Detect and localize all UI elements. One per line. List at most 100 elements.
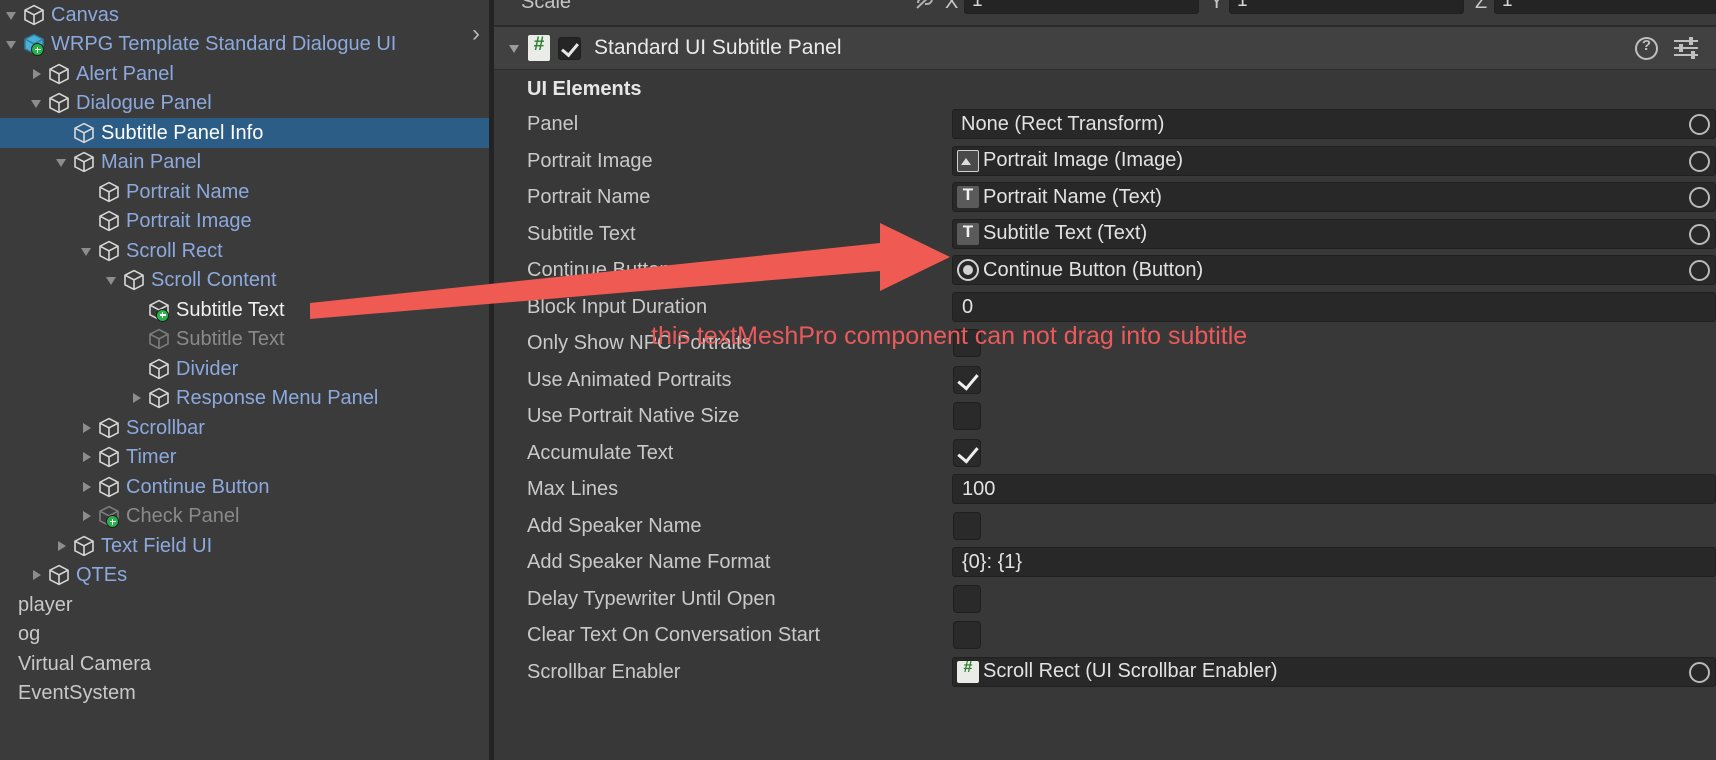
- property-row: Panel None (Rect Transform): [494, 106, 1716, 143]
- hierarchy-item[interactable]: Text Field UI: [0, 531, 489, 561]
- hierarchy-item-label: og: [18, 623, 41, 646]
- object-field[interactable]: None (Rect Transform): [952, 109, 1716, 139]
- chevron-right-icon[interactable]: [79, 448, 97, 466]
- object-field[interactable]: Subtitle Text (Text): [952, 218, 1716, 249]
- property-row: Clear Text On Conversation Start: [494, 617, 1716, 654]
- prefab-variant-icon: [22, 32, 46, 57]
- chevron-right-icon[interactable]: [54, 537, 72, 555]
- property-row: Continue Button Continue Button (Button): [494, 252, 1716, 289]
- transform-scale-row[interactable]: Scale X 1 Y 1 Z 1: [494, 0, 1716, 26]
- hierarchy-item[interactable]: Canvas: [0, 0, 489, 30]
- hierarchy-item[interactable]: Virtual Camera: [0, 649, 489, 679]
- object-field-value: Continue Button (Button): [983, 258, 1204, 281]
- property-checkbox[interactable]: [953, 511, 981, 540]
- gameobject-cube-icon: [122, 268, 146, 292]
- hierarchy-item[interactable]: Alert Panel: [0, 59, 489, 89]
- chevron-down-icon[interactable]: [4, 6, 22, 24]
- object-field[interactable]: Scroll Rect (UI Scrollbar Enabler): [952, 656, 1716, 687]
- object-field[interactable]: Continue Button (Button): [952, 255, 1716, 285]
- hierarchy-item[interactable]: WRPG Template Standard Dialogue UI: [0, 30, 489, 60]
- hierarchy-item[interactable]: Subtitle Panel Info: [0, 118, 489, 148]
- chevron-down-icon[interactable]: [29, 94, 47, 112]
- chevron-down-icon[interactable]: [79, 242, 97, 260]
- hierarchy-item[interactable]: Scroll Rect: [0, 236, 489, 266]
- gameobject-cube-icon: [147, 357, 171, 381]
- property-label: Max Lines: [527, 478, 619, 500]
- hierarchy-item[interactable]: Dialogue Panel: [0, 89, 489, 119]
- object-field[interactable]: Portrait Name (Text): [952, 182, 1716, 212]
- gameobject-cube-icon: [97, 475, 121, 499]
- hierarchy-item[interactable]: Response Menu Panel: [0, 384, 489, 414]
- gameobject-cube-icon: [97, 445, 121, 469]
- hierarchy-item[interactable]: og: [0, 620, 489, 650]
- object-picker-icon[interactable]: [1689, 661, 1710, 683]
- hierarchy-item[interactable]: Main Panel: [0, 148, 489, 178]
- scale-z-field[interactable]: 1: [1494, 0, 1716, 14]
- scale-x-field[interactable]: 1: [964, 0, 1199, 14]
- hierarchy-item[interactable]: QTEs: [0, 561, 489, 591]
- help-icon[interactable]: [1635, 36, 1658, 60]
- hierarchy-item[interactable]: player: [0, 590, 489, 620]
- chevron-down-icon[interactable]: [54, 153, 72, 171]
- gameobject-cube-icon: [72, 150, 96, 174]
- hierarchy-item[interactable]: Portrait Image: [0, 207, 489, 237]
- link-lock-icon[interactable]: [914, 0, 936, 12]
- chevron-right-icon[interactable]: [79, 507, 97, 525]
- gameobject-cube-icon: [72, 534, 96, 558]
- object-field-value: Portrait Image (Image): [983, 149, 1184, 171]
- object-picker-icon[interactable]: [1689, 223, 1710, 245]
- chevron-right-icon[interactable]: [29, 65, 47, 83]
- hierarchy-item-label: Portrait Image: [126, 210, 252, 233]
- hierarchy-item[interactable]: Timer: [0, 443, 489, 473]
- hierarchy-item[interactable]: Divider: [0, 354, 489, 384]
- prefab-added-icon: [147, 298, 171, 322]
- value-field[interactable]: {0}: {1}: [952, 547, 1716, 577]
- object-field[interactable]: Portrait Image (Image): [952, 145, 1716, 176]
- hierarchy-item[interactable]: Portrait Name: [0, 177, 489, 207]
- hierarchy-item-label: Check Panel: [126, 505, 240, 528]
- expand-chevron-icon[interactable]: ›: [472, 22, 480, 46]
- chevron-right-icon[interactable]: [79, 478, 97, 496]
- hierarchy-item[interactable]: Subtitle Text: [0, 295, 489, 325]
- hierarchy-item[interactable]: Check Panel: [0, 502, 489, 532]
- inspector-panel[interactable]: Scale X 1 Y 1 Z 1 Standard UI Subtitle P…: [494, 0, 1716, 760]
- property-checkbox[interactable]: [953, 365, 981, 394]
- prefab-plus-badge-icon: [156, 308, 169, 322]
- hierarchy-item[interactable]: Subtitle Text: [0, 325, 489, 355]
- scale-y-field[interactable]: 1: [1229, 0, 1464, 14]
- property-checkbox[interactable]: [953, 621, 981, 649]
- property-checkbox[interactable]: [953, 402, 981, 430]
- hierarchy-item-label: Main Panel: [101, 151, 202, 174]
- chevron-right-icon[interactable]: [129, 389, 147, 407]
- object-picker-icon[interactable]: [1689, 114, 1710, 135]
- property-checkbox[interactable]: [953, 329, 981, 357]
- hierarchy-item[interactable]: Continue Button: [0, 472, 489, 502]
- object-picker-icon[interactable]: [1689, 260, 1710, 281]
- component-header[interactable]: Standard UI Subtitle Panel: [494, 26, 1716, 70]
- value-field[interactable]: 0: [952, 291, 1716, 322]
- hierarchy-panel[interactable]: Canvas WRPG Template Standard Dialogue UI…: [0, 0, 489, 760]
- chevron-right-icon[interactable]: [29, 566, 47, 584]
- hierarchy-item-label: Canvas: [51, 3, 119, 26]
- object-picker-icon[interactable]: [1689, 150, 1710, 172]
- object-picker-icon[interactable]: [1689, 187, 1710, 208]
- component-foldout-icon[interactable]: [506, 39, 528, 57]
- hierarchy-item[interactable]: Scroll Content: [0, 266, 489, 296]
- hierarchy-item[interactable]: EventSystem: [0, 679, 489, 709]
- property-row: Only Show NPC Portraits: [494, 325, 1716, 362]
- value-field[interactable]: 100: [952, 474, 1716, 504]
- hierarchy-item-label: player: [18, 593, 73, 616]
- property-label: Clear Text On Conversation Start: [527, 624, 821, 646]
- chevron-down-icon[interactable]: [4, 35, 22, 53]
- property-checkbox[interactable]: [953, 584, 981, 613]
- property-checkbox[interactable]: [953, 438, 981, 467]
- hierarchy-item[interactable]: Scrollbar: [0, 413, 489, 443]
- gameobject-cube-icon: [97, 416, 121, 440]
- preset-icon[interactable]: [1674, 37, 1698, 59]
- scale-axis-z-label: Z: [1475, 0, 1488, 13]
- chevron-right-icon[interactable]: [79, 419, 97, 437]
- chevron-down-icon[interactable]: [104, 271, 122, 289]
- component-enabled-checkbox[interactable]: [558, 36, 581, 60]
